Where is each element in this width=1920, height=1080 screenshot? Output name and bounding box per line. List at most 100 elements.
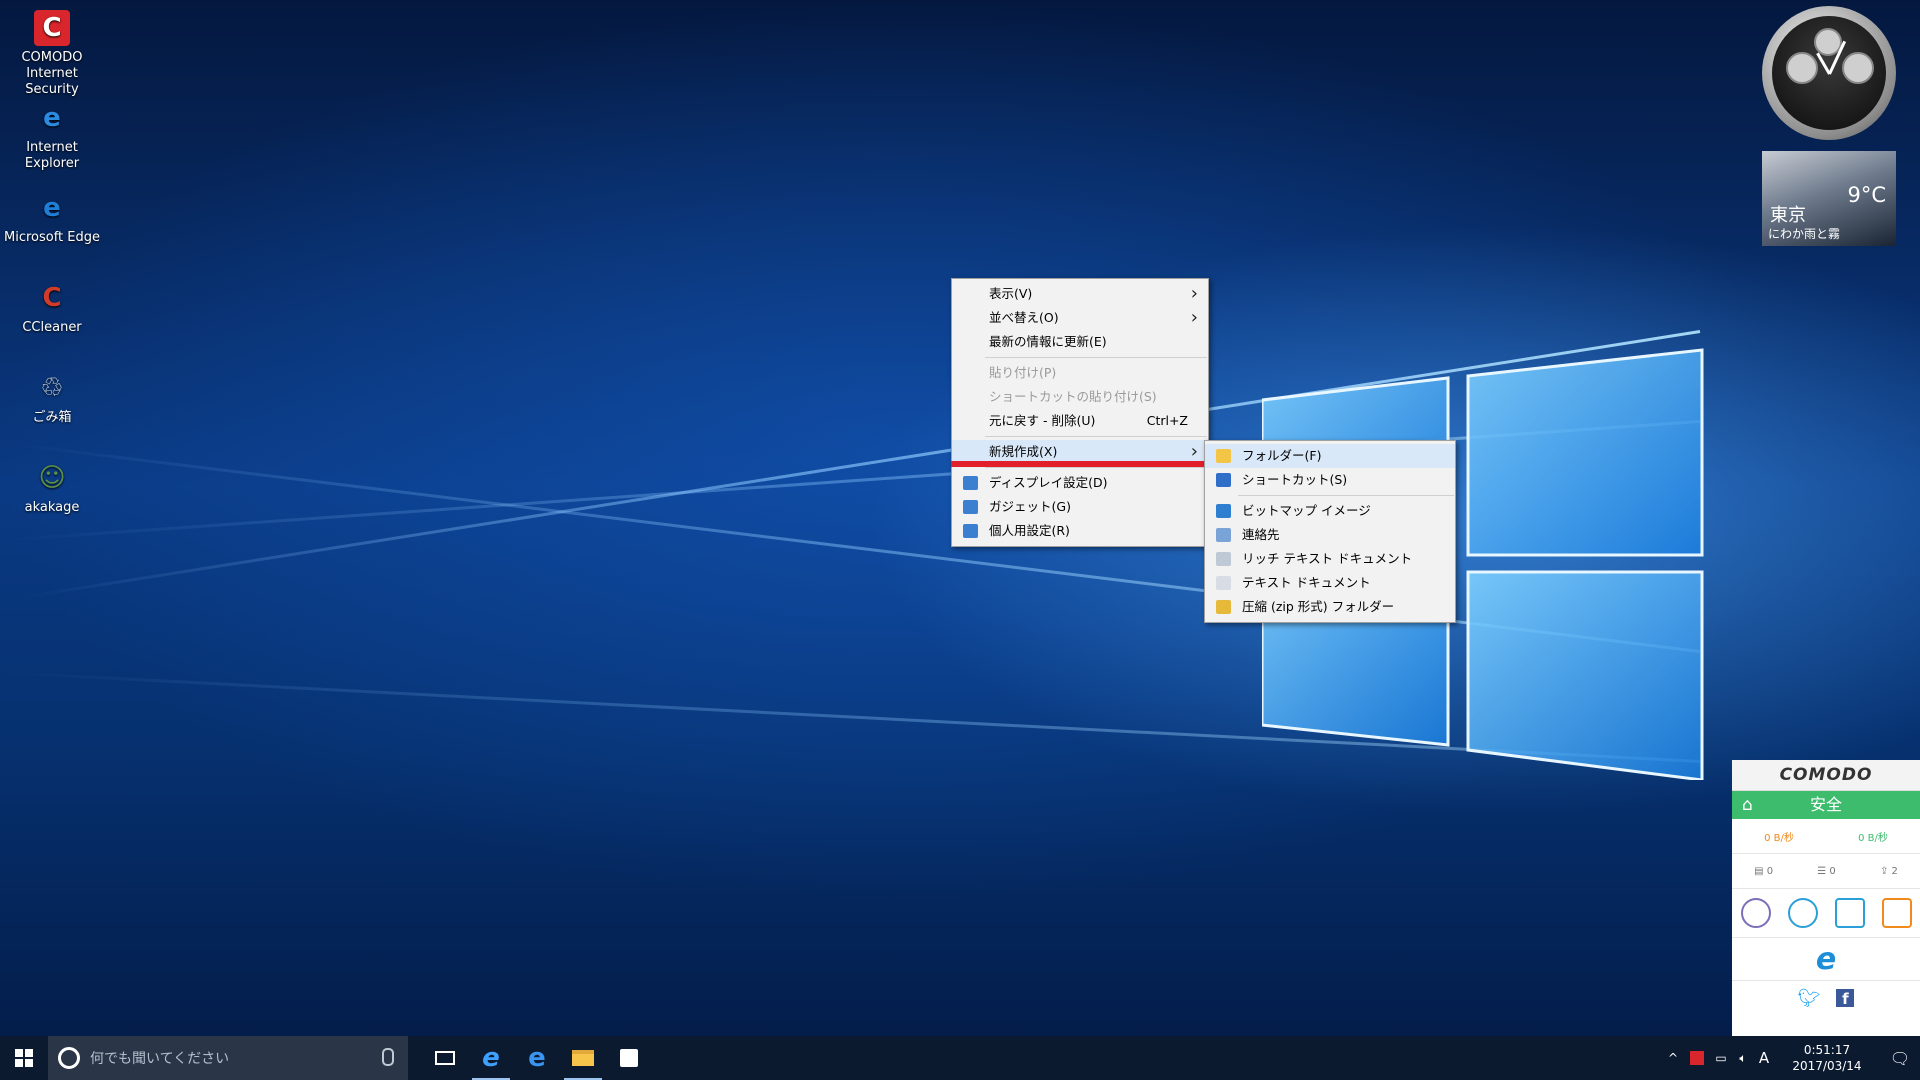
- sub-item[interactable]: ショートカット(S): [1205, 468, 1455, 492]
- contact-icon: [1216, 528, 1231, 542]
- folder-icon: [1216, 449, 1231, 463]
- comodo-browser-icon[interactable]: e: [1732, 938, 1920, 981]
- menu-item-label: 個人用設定(R): [989, 523, 1070, 538]
- taskbar-internet-explorer[interactable]: e: [468, 1036, 514, 1080]
- sub-item[interactable]: ビットマップ イメージ: [1205, 499, 1455, 523]
- cortana-icon: [58, 1047, 80, 1069]
- taskbar-file-explorer[interactable]: [560, 1036, 606, 1080]
- menu-item-label: 圧縮 (zip 形式) フォルダー: [1242, 599, 1395, 614]
- sandbox-icon[interactable]: [1834, 898, 1865, 928]
- menu-item-label: ショートカット(S): [1242, 472, 1348, 487]
- traffic-out: 0 B/秒: [1858, 832, 1888, 844]
- menu-item-label: ビットマップ イメージ: [1242, 503, 1371, 518]
- ctx-item[interactable]: 個人用設定(R): [952, 519, 1208, 543]
- desktop-icon-internet-explorer[interactable]: e Internet Explorer: [0, 96, 104, 172]
- ctx-item[interactable]: 元に戻す - 削除(U) Ctrl+Z: [952, 409, 1208, 433]
- sub-item[interactable]: 連絡先: [1205, 523, 1455, 547]
- system-tray: ^ ▭ 🔈︎ A 0:51:17 2017/03/14 🗨︎: [1662, 1036, 1920, 1080]
- bitmap-icon: [1216, 504, 1231, 518]
- ime-indicator[interactable]: A: [1754, 1049, 1774, 1067]
- desktop-icon-label: CCleaner: [22, 320, 82, 335]
- chevron-right-icon: ›: [1190, 307, 1198, 328]
- menu-separator: [985, 467, 1207, 468]
- cart-icon[interactable]: [1881, 898, 1912, 928]
- ctx-item[interactable]: 最新の情報に更新(E): [952, 330, 1208, 354]
- menu-item-label: ショートカットの貼り付け(S): [989, 389, 1157, 404]
- sub-item[interactable]: 圧縮 (zip 形式) フォルダー: [1205, 595, 1455, 619]
- ctx-item[interactable]: 並べ替え(O) ›: [952, 306, 1208, 330]
- comodo-widget-title: COMODO: [1732, 760, 1920, 791]
- ctx-item[interactable]: 表示(V) ›: [952, 282, 1208, 306]
- rich-text-icon: [1216, 552, 1231, 566]
- clock-area[interactable]: 0:51:17 2017/03/14: [1782, 1042, 1872, 1074]
- task-view-button[interactable]: [422, 1036, 468, 1080]
- weather-gadget[interactable]: 9°C 東京 にわか雨と霧: [1762, 151, 1896, 246]
- weather-city: 東京: [1770, 205, 1806, 226]
- internet-explorer-icon: e: [482, 1043, 500, 1073]
- desktop-icon-comodo[interactable]: C COMODO Internet Security: [0, 6, 104, 98]
- desktop-icon-label: COMODO Internet Security: [21, 50, 83, 97]
- cortana-search-box[interactable]: 何でも聞いてください: [48, 1036, 408, 1080]
- tray-time: 0:51:17: [1803, 1043, 1851, 1057]
- ctx-item: ショートカットの貼り付け(S): [952, 385, 1208, 409]
- home-icon[interactable]: ⌂: [1742, 791, 1753, 819]
- recycle-bin-icon: ♲: [40, 373, 64, 403]
- tasks-icon: ▤: [1754, 865, 1767, 877]
- taskbar-store[interactable]: [606, 1036, 652, 1080]
- edge-icon: e: [43, 193, 61, 223]
- scan-icon[interactable]: [1740, 898, 1771, 928]
- comodo-actions: [1732, 889, 1920, 938]
- sub-item[interactable]: テキスト ドキュメント: [1205, 571, 1455, 595]
- sub-item[interactable]: リッチ テキスト ドキュメント: [1205, 547, 1455, 571]
- show-hidden-icons-icon[interactable]: ^: [1662, 1051, 1684, 1065]
- facebook-icon[interactable]: f: [1836, 989, 1855, 1008]
- edge-icon: e: [528, 1043, 546, 1073]
- windows-start-icon: [15, 1049, 33, 1067]
- zip-folder-icon: [1216, 600, 1231, 614]
- action-center-icon[interactable]: 🗨︎: [1880, 1049, 1920, 1068]
- microphone-icon[interactable]: [382, 1048, 394, 1066]
- weather-temp: 9°C: [1847, 183, 1886, 207]
- sub-item[interactable]: フォルダー(F): [1205, 444, 1455, 468]
- user-icon: ☺: [38, 463, 66, 493]
- refresh-icon[interactable]: [1787, 898, 1818, 928]
- menu-item-label: 表示(V): [989, 286, 1033, 301]
- ctx-item[interactable]: ガジェット(G): [952, 495, 1208, 519]
- clock-gadget[interactable]: [1762, 6, 1896, 140]
- desktop-icon-edge[interactable]: e Microsoft Edge: [0, 186, 104, 246]
- list-icon: ☰: [1817, 865, 1830, 877]
- ctx-item: 貼り付け(P): [952, 361, 1208, 385]
- comodo-status-bar[interactable]: ⌂ 安全: [1732, 791, 1920, 819]
- display-settings-icon: [963, 476, 978, 490]
- comodo-traffic-row: 0 B/秒 0 B/秒: [1732, 819, 1920, 854]
- search-placeholder: 何でも聞いてください: [90, 1051, 230, 1067]
- comodo-widget: COMODO ⌂ 安全 0 B/秒 0 B/秒 ▤ 0 ☰ 0 ⇪ 2 e 🐦︎…: [1732, 760, 1920, 1036]
- updates-count[interactable]: ⇪ 2: [1880, 866, 1898, 877]
- desktop-icon-label: Microsoft Edge: [3, 230, 100, 245]
- weather-description: にわか雨と霧: [1768, 227, 1841, 241]
- tasks-count[interactable]: ▤ 0: [1754, 866, 1773, 877]
- desktop-icon-recycle-bin[interactable]: ♲ ごみ箱: [0, 366, 104, 426]
- menu-item-label: 貼り付け(P): [989, 365, 1057, 380]
- network-icon[interactable]: ▭: [1710, 1051, 1732, 1065]
- store-icon: [620, 1049, 638, 1067]
- menu-item-label: ディスプレイ設定(D): [989, 475, 1108, 490]
- new-submenu: フォルダー(F) ショートカット(S) ビットマップ イメージ連絡先 リッチ テキスト…: [1204, 440, 1456, 623]
- text-document-icon: [1216, 576, 1231, 590]
- clock-face: [1772, 16, 1886, 130]
- ctx-item[interactable]: ディスプレイ設定(D): [952, 471, 1208, 495]
- start-button[interactable]: [0, 1036, 48, 1080]
- desktop-icon-ccleaner[interactable]: C CCleaner: [0, 276, 104, 336]
- twitter-icon[interactable]: 🐦︎: [1798, 988, 1821, 1009]
- menu-item-label: フォルダー(F): [1242, 448, 1322, 463]
- list-count[interactable]: ☰ 0: [1817, 866, 1836, 877]
- update-icon: ⇪: [1879, 865, 1892, 877]
- desktop-icon-user[interactable]: ☺ akakage: [0, 456, 104, 516]
- comodo-tray-icon[interactable]: [1690, 1051, 1704, 1065]
- taskbar-edge[interactable]: e: [514, 1036, 560, 1080]
- internet-explorer-icon: e: [43, 103, 61, 133]
- menu-item-accelerator: Ctrl+Z: [1146, 413, 1188, 428]
- volume-icon[interactable]: 🔈︎: [1732, 1051, 1754, 1066]
- menu-item-label: ガジェット(G): [989, 499, 1071, 514]
- shortcut-icon: [1216, 473, 1231, 487]
